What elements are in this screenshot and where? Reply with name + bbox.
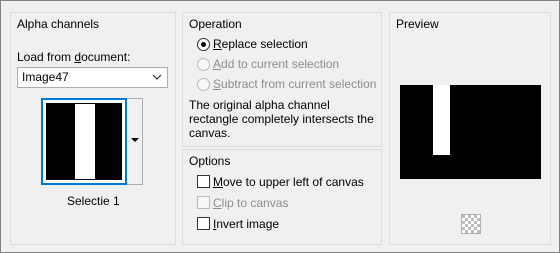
invert-image-checkbox[interactable] bbox=[197, 217, 210, 230]
replace-selection-radio[interactable] bbox=[197, 38, 210, 51]
subtract-from-selection-label[interactable]: Subtract from current selection bbox=[213, 77, 376, 91]
invert-image-label[interactable]: Invert image bbox=[213, 217, 279, 231]
alpha-channel-dialog: Alpha channels Load from document: Image… bbox=[0, 0, 560, 253]
chevron-down-icon bbox=[152, 74, 162, 80]
selection-name: Selectie 1 bbox=[67, 194, 120, 208]
channel-thumbnail-white-bar bbox=[75, 104, 95, 179]
document-select[interactable]: Image47 bbox=[17, 67, 168, 88]
checkerboard-pattern bbox=[462, 215, 480, 233]
add-to-selection-label[interactable]: Add to current selection bbox=[213, 57, 339, 71]
move-to-upper-left-checkbox[interactable] bbox=[197, 175, 210, 188]
load-from-document-label: Load from document: bbox=[17, 50, 131, 64]
preview-white-bar bbox=[433, 85, 450, 155]
operation-description: The original alpha channel rectangle com… bbox=[189, 98, 374, 140]
channel-thumbnail-image bbox=[46, 103, 122, 180]
thumbnail-dropdown-button[interactable] bbox=[127, 98, 143, 185]
preview-title: Preview bbox=[396, 17, 439, 31]
options-title: Options bbox=[189, 154, 231, 168]
subtract-from-selection-radio[interactable] bbox=[197, 78, 210, 91]
move-to-upper-left-label[interactable]: Move to upper left of canvas bbox=[213, 175, 364, 189]
preview-image bbox=[400, 85, 541, 179]
triangle-down-icon bbox=[131, 138, 139, 142]
document-select-value: Image47 bbox=[22, 70, 69, 84]
operation-title: Operation bbox=[189, 17, 242, 31]
transparency-checkerboard-icon[interactable] bbox=[461, 214, 481, 234]
clip-to-canvas-checkbox[interactable] bbox=[197, 196, 210, 209]
replace-selection-label[interactable]: Replace selection bbox=[213, 37, 308, 51]
clip-to-canvas-label[interactable]: Clip to canvas bbox=[213, 196, 288, 210]
channel-thumbnail[interactable] bbox=[41, 98, 127, 185]
add-to-selection-radio[interactable] bbox=[197, 58, 210, 71]
alpha-channels-title: Alpha channels bbox=[17, 17, 100, 31]
